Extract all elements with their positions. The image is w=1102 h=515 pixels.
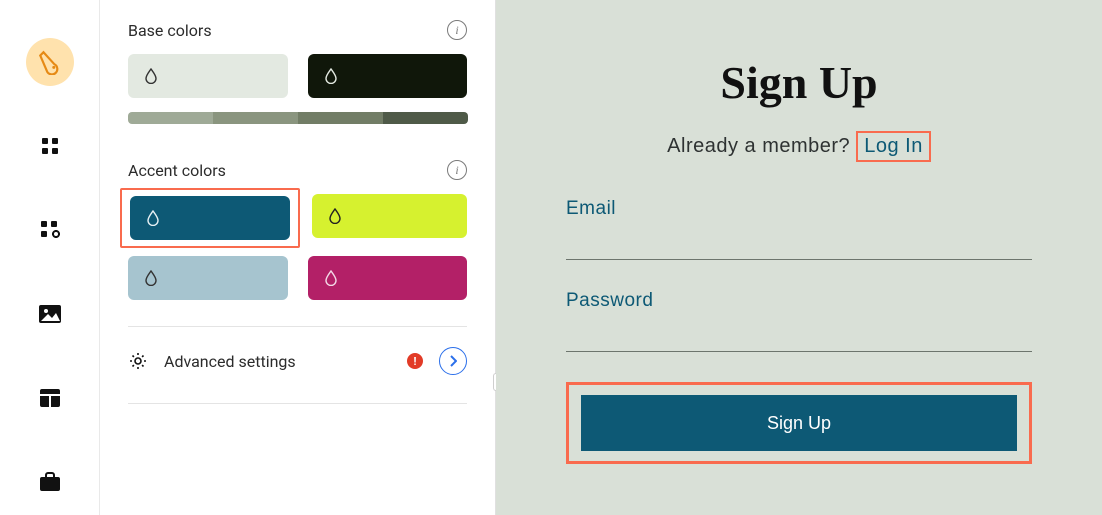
info-icon[interactable]: i xyxy=(447,20,467,40)
drop-icon xyxy=(324,68,338,84)
colors-panel: Base colors i Accent colors i xyxy=(100,0,496,515)
signup-button[interactable]: Sign Up xyxy=(581,395,1017,451)
drop-icon xyxy=(144,270,158,286)
page-title: Sign Up xyxy=(566,56,1032,109)
member-prefix: Already a member? xyxy=(667,135,856,157)
divider xyxy=(128,326,467,327)
member-line: Already a member? Log In xyxy=(566,131,1032,162)
password-field-group: Password xyxy=(566,290,1032,352)
accent-color-swatch-2[interactable] xyxy=(312,194,467,238)
toolbar-layout-button[interactable] xyxy=(26,374,74,422)
toolbar-components-button[interactable] xyxy=(26,206,74,254)
base-color-swatch-1[interactable] xyxy=(128,54,288,98)
toolbar-grid-button[interactable] xyxy=(26,122,74,170)
base-colors-title: Base colors xyxy=(128,21,212,40)
email-input[interactable] xyxy=(566,236,1032,260)
signup-button-highlight: Sign Up xyxy=(566,382,1032,464)
image-icon xyxy=(38,304,62,324)
advanced-settings-label: Advanced settings xyxy=(164,352,391,371)
divider xyxy=(128,403,467,404)
base-color-gradient xyxy=(128,112,468,124)
grid-icon xyxy=(40,136,60,156)
left-toolbar xyxy=(0,0,100,515)
base-colors-row xyxy=(128,54,467,98)
palette-icon xyxy=(37,49,63,75)
toolbar-colors-button[interactable] xyxy=(26,38,74,86)
base-color-swatch-2[interactable] xyxy=(308,54,468,98)
drop-icon xyxy=(324,270,338,286)
password-input[interactable] xyxy=(566,328,1032,352)
accent-color-swatch-3[interactable] xyxy=(128,256,288,300)
signup-preview: Sign Up Already a member? Log In Email P… xyxy=(496,0,1102,515)
layout-icon xyxy=(39,388,61,408)
drop-icon xyxy=(328,208,342,224)
gear-icon xyxy=(128,351,148,371)
accent-colors-title: Accent colors xyxy=(128,161,226,180)
accent-color-swatch-1[interactable] xyxy=(130,196,290,240)
toolbar-business-button[interactable] xyxy=(26,458,74,506)
toolbar-images-button[interactable] xyxy=(26,290,74,338)
accent-color-swatch-4[interactable] xyxy=(308,256,468,300)
email-label: Email xyxy=(566,198,1032,220)
alert-badge: ! xyxy=(407,353,423,369)
base-colors-header: Base colors i xyxy=(128,20,467,40)
briefcase-icon xyxy=(38,471,62,493)
accent-colors-row-1 xyxy=(128,194,467,242)
drop-icon xyxy=(146,210,160,226)
accent-colors-header: Accent colors i xyxy=(128,160,467,180)
drop-icon xyxy=(144,68,158,84)
email-field-group: Email xyxy=(566,198,1032,260)
expand-button[interactable] xyxy=(439,347,467,375)
chevron-right-icon xyxy=(449,352,457,371)
accent-colors-row-2 xyxy=(128,256,467,300)
info-icon[interactable]: i xyxy=(447,160,467,180)
login-link[interactable]: Log In xyxy=(856,131,931,162)
blocks-icon xyxy=(39,219,61,241)
password-label: Password xyxy=(566,290,1032,312)
advanced-settings-row[interactable]: Advanced settings ! xyxy=(128,347,467,375)
selected-accent-highlight xyxy=(120,188,300,248)
